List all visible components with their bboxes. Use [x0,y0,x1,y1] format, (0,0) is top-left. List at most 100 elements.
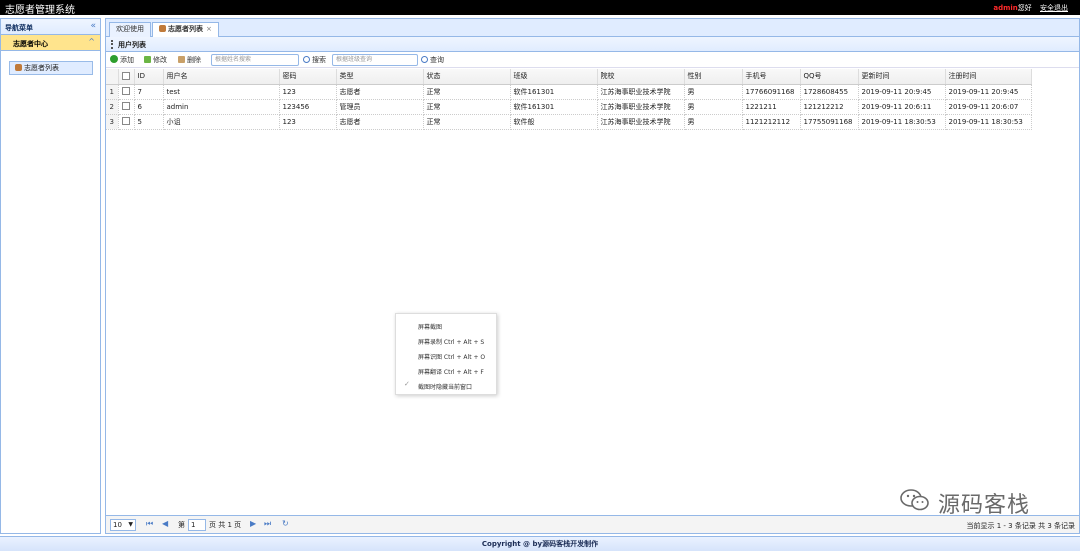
cell-username: test [163,84,280,100]
close-tab-icon[interactable]: × [206,25,212,33]
col-status[interactable]: 状态 [423,69,511,85]
cell-phone: 17766091168 [742,84,801,100]
col-gender[interactable]: 性别 [684,69,743,85]
col-class[interactable]: 班级 [510,69,598,85]
cell-id: 7 [134,84,164,100]
chevron-down-icon: ▼ [128,521,133,528]
row-number: 1 [106,84,119,100]
col-registered[interactable]: 注册时间 [945,69,1032,85]
table-row[interactable]: 2 6 admin 123456 管理员 正常 软件161301 江苏海事职业技… [106,99,1032,115]
cell-username: 小诅 [163,114,280,130]
sidebar-header: 导航菜单 « [1,19,100,35]
tab-welcome[interactable]: 欢迎使用 [109,22,151,37]
select-all-checkbox-cell [118,69,135,85]
col-updated[interactable]: 更新时间 [858,69,946,85]
cell-qq: 17755091168 [800,114,859,130]
page-number-input[interactable]: 1 [188,519,206,531]
add-button[interactable]: 添加 [110,55,134,65]
refresh-icon[interactable]: ↻ [282,519,289,528]
tab-volunteer-list[interactable]: 志愿者列表 × [152,22,219,38]
cell-qq: 1728608455 [800,84,859,100]
delete-button[interactable]: 删除 [178,55,201,65]
cell-school: 江苏海事职业技术学院 [597,99,685,115]
sidebar-item-volunteer-list[interactable]: 志愿者列表 [9,61,93,75]
sidebar-item-label: 志愿者列表 [24,64,59,72]
delete-label: 删除 [187,56,201,64]
cell-password: 123456 [279,99,337,115]
user-icon [159,25,166,32]
context-menu: 屏幕截图 屏幕录制 Ctrl + Alt + S 屏幕识图 Ctrl + Alt… [395,313,497,395]
name-search-input[interactable]: 根据姓名搜索 [211,54,299,66]
search-icon [303,56,310,63]
cell-id: 5 [134,114,164,130]
col-school[interactable]: 院校 [597,69,685,85]
cell-password: 123 [279,84,337,100]
cell-updated: 2019-09-11 20:9:45 [858,84,946,100]
row-checkbox[interactable] [122,117,130,125]
query-button[interactable]: 查询 [421,55,444,65]
last-page-icon[interactable]: ⏭ [264,519,271,529]
col-username[interactable]: 用户名 [163,69,280,85]
select-all-checkbox[interactable] [122,71,130,80]
panel-title: 用户列表 [118,41,146,49]
cell-type: 志愿者 [336,114,424,130]
cell-school: 江苏海事职业技术学院 [597,84,685,100]
col-qq[interactable]: QQ号 [800,69,859,85]
footer: Copyright @ by源码客栈开发制作 [0,536,1080,551]
menu-item-screen-ocr[interactable]: 屏幕识图 Ctrl + Alt + O [418,352,485,361]
cell-status: 正常 [423,99,511,115]
col-type[interactable]: 类型 [336,69,424,85]
toolbar: 添加 修改 删除 根据姓名搜索 搜索 根据班级查询 查询 [106,52,1079,68]
menu-item-screen-translate[interactable]: 屏幕翻译 Ctrl + Alt + F [418,367,484,376]
pencil-icon [144,56,151,63]
cell-registered: 2019-09-11 20:6:07 [945,99,1032,115]
cell-class: 软件般 [510,114,598,130]
cell-id: 6 [134,99,164,115]
col-password[interactable]: 密码 [279,69,337,85]
user-name: admin [993,4,1018,12]
next-page-icon[interactable]: ▶ [250,519,256,528]
edit-label: 修改 [153,56,167,64]
top-bar: 志愿者管理系统 admin您好 安全退出 [0,0,1080,16]
grip-icon [111,40,113,49]
sidebar-section-label: 志愿者中心 [13,40,48,48]
table-row[interactable]: 3 5 小诅 123 志愿者 正常 软件般 江苏海事职业技术学院 男 11212… [106,114,1032,130]
cell-password: 123 [279,114,337,130]
cell-username: admin [163,99,280,115]
row-checkbox-cell [118,99,135,115]
prev-page-icon[interactable]: ◀ [162,519,168,528]
class-search-input[interactable]: 根据班级查询 [332,54,418,66]
cell-gender: 男 [684,99,743,115]
check-icon: ✓ [404,380,410,388]
section-toggle-icon[interactable]: ^ [88,37,95,46]
row-number-header [106,69,119,85]
cell-status: 正常 [423,84,511,100]
col-id[interactable]: ID [134,69,164,85]
cell-gender: 男 [684,114,743,130]
logout-link[interactable]: 安全退出 [1040,4,1068,12]
cell-type: 管理员 [336,99,424,115]
sidebar-section-volunteer-center[interactable]: 志愿者中心 ^ [1,35,100,51]
edit-button[interactable]: 修改 [144,55,167,65]
menu-item-screen-record[interactable]: 屏幕录制 Ctrl + Alt + S [418,337,484,346]
menu-item-hide-window[interactable]: 截图时隐藏当前窗口 [418,382,472,391]
col-phone[interactable]: 手机号 [742,69,801,85]
table-header-row: ID 用户名 密码 类型 状态 班级 院校 性别 手机号 QQ号 更新时间 注册… [106,69,1032,85]
main-content: 欢迎使用 志愿者列表 × 用户列表 添加 修改 删除 根据姓名搜索 搜索 根据班级… [105,18,1080,534]
menu-item-screenshot[interactable]: 屏幕截图 [418,322,442,331]
row-checkbox[interactable] [122,102,130,110]
row-checkbox[interactable] [122,87,130,95]
search-icon [421,56,428,63]
table-row[interactable]: 1 7 test 123 志愿者 正常 软件161301 江苏海事职业技术学院 … [106,84,1032,100]
watermark: 源码客栈 [900,485,1050,525]
first-page-icon[interactable]: ⏮ [146,519,153,529]
query-label: 查询 [430,56,444,64]
search-button[interactable]: 搜索 [303,55,326,65]
cell-registered: 2019-09-11 20:9:45 [945,84,1032,100]
page-size-select[interactable]: 10 ▼ [110,519,136,531]
user-greeting: 您好 [1017,4,1032,12]
collapse-sidebar-icon[interactable]: « [90,21,96,31]
user-info: admin您好 安全退出 [993,3,1068,13]
cell-class: 软件161301 [510,84,598,100]
page-prefix: 第 [178,521,185,529]
